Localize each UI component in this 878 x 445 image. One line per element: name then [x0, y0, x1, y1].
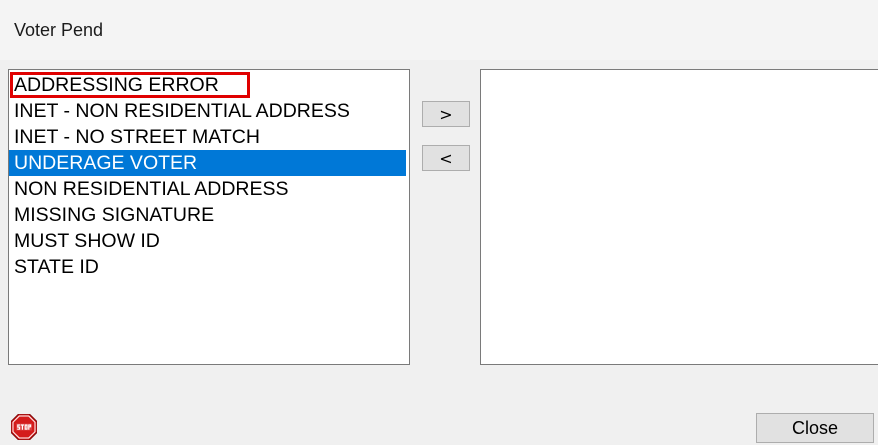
list-item-label: ADDRESSING ERROR — [14, 74, 219, 96]
list-item[interactable]: INET - NO STREET MATCH — [9, 124, 409, 150]
list-item-label: INET - NON RESIDENTIAL ADDRESS — [14, 100, 350, 122]
list-item-label: INET - NO STREET MATCH — [14, 126, 260, 148]
window-title: Voter Pend — [14, 20, 104, 40]
list-item[interactable]: NON RESIDENTIAL ADDRESS — [9, 176, 409, 202]
list-item-label: MISSING SIGNATURE — [14, 204, 215, 226]
list-item[interactable]: ADDRESSING ERROR — [9, 72, 409, 98]
title-bar: Voter Pend — [0, 0, 878, 60]
list-item-label: NON RESIDENTIAL ADDRESS — [14, 178, 289, 200]
close-button[interactable]: Close — [756, 413, 874, 443]
list-item[interactable]: STATE ID — [9, 254, 409, 280]
available-pend-reasons-list[interactable]: ADDRESSING ERROR INET - NON RESIDENTIAL … — [8, 69, 410, 365]
assigned-pend-reasons-list[interactable] — [480, 69, 878, 365]
list-item-selected[interactable]: UNDERAGE VOTER — [9, 150, 406, 176]
list-item[interactable]: INET - NON RESIDENTIAL ADDRESS — [9, 98, 409, 124]
move-right-button[interactable]: > — [422, 101, 470, 127]
list-item[interactable]: MISSING SIGNATURE — [9, 202, 409, 228]
stop-sign-icon[interactable] — [10, 413, 38, 441]
list-item-label: MUST SHOW ID — [14, 230, 160, 252]
move-left-button[interactable]: < — [422, 145, 470, 171]
list-item[interactable]: MUST SHOW ID — [9, 228, 409, 254]
list-item-label: STATE ID — [14, 256, 99, 278]
list-item-label: UNDERAGE VOTER — [14, 152, 198, 174]
